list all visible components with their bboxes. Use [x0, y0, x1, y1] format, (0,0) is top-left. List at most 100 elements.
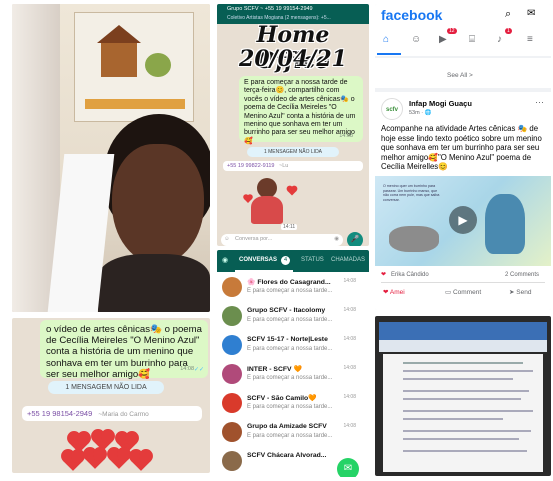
sender-phone: +55 19 98154-2949: [27, 409, 93, 418]
chat-time: 14:08: [343, 394, 356, 400]
chat-preview: E para começar a nossa tarde...: [247, 317, 333, 323]
chat-avatar: [222, 451, 242, 471]
chat-avatar: [222, 393, 242, 413]
message-time: 14:08: [180, 365, 194, 372]
chat-preview: E para começar a nossa tarde...: [247, 433, 333, 439]
comment-button[interactable]: ▭ Comment: [445, 288, 481, 296]
donkey-figure: [389, 226, 439, 252]
chat-list-item[interactable]: Grupo SCFV - Itacolomy E para começar a n…: [217, 303, 362, 329]
tab-badge: 4: [281, 256, 290, 265]
chat-preview: E para começar a nossa tarde...: [247, 375, 333, 381]
message-bubble: o vídeo de artes cênicas🎭 o poema de Cec…: [40, 320, 208, 380]
new-chat-button[interactable]: ✉: [337, 458, 359, 477]
chat-name: Grupo SCFV - Itacolomy: [247, 307, 326, 314]
chat-avatar: [222, 306, 242, 326]
message-bubble: E para começar a nossa tarde de terça-fe…: [239, 76, 363, 145]
word-page: [383, 354, 543, 472]
messenger-icon[interactable]: ✉: [527, 8, 535, 19]
wall-drawing: [74, 12, 194, 122]
chat-time: 14:08: [343, 336, 356, 342]
boy-figure: [485, 194, 525, 254]
video-caption: O menino quer um burrinho para passear. …: [383, 184, 440, 202]
word-ribbon: [379, 322, 547, 340]
love-button[interactable]: ❤ Amei: [383, 288, 405, 296]
chat-list-item[interactable]: Grupo da Amizade SCFV E para começar a no…: [217, 419, 362, 445]
video-thumbnail[interactable]: O menino quer um burrinho para passear. …: [375, 176, 551, 266]
camera-icon[interactable]: ◉: [334, 236, 339, 242]
sender-line: +55 19 98154-2949 ~Maria do Carmo: [22, 406, 202, 421]
chat-avatar: [222, 422, 242, 442]
person-shirt: [98, 254, 210, 312]
message-time: 14:08: [339, 132, 353, 139]
chat-preview: E para começar a nossa tarde...: [247, 346, 333, 352]
sender-name: ~Lu: [279, 163, 289, 169]
marketplace-icon[interactable]: ⌸: [469, 34, 475, 45]
tab-status[interactable]: STATUS: [301, 257, 324, 263]
tabs-bar: ◉ CONVERSAS 4 STATUS CHAMADAS: [217, 250, 369, 272]
page-name[interactable]: Infap Mogi Guaçu: [409, 99, 472, 108]
chat-name: SCFV 15-17 - Norte|Leste: [247, 336, 328, 343]
play-button[interactable]: ▶: [449, 206, 477, 234]
emoji-icon[interactable]: ☺: [224, 236, 230, 242]
chat-time: 14:08: [343, 278, 356, 284]
word-toolbar: [379, 340, 547, 352]
friends-icon[interactable]: ☺: [411, 34, 421, 45]
comments-count[interactable]: 2 Comments: [505, 272, 539, 278]
tab-conversations[interactable]: CONVERSAS: [239, 257, 277, 263]
tab-calls[interactable]: CHAMADAS: [331, 257, 365, 263]
chat-name: SCFV Chácara Alvorad...: [247, 452, 327, 459]
chat-header: Grupo SCFV ~ +55 19 99154-2949 Coletivo …: [217, 4, 369, 24]
post-time: 53m · 🌐: [409, 110, 432, 116]
camera-tab-icon[interactable]: ◉: [222, 256, 228, 264]
chat-time: 14:08: [343, 365, 356, 371]
laptop-document-photo: [375, 316, 551, 476]
double-check-icon: ✓✓: [193, 366, 204, 373]
chat-name: Grupo da Amizade SCFV: [247, 423, 327, 430]
page-logo: scfv: [381, 98, 403, 120]
notifications-icon[interactable]: ♪: [497, 34, 502, 45]
unread-messages-pill: 1 MENSAGEM NÃO LIDA: [247, 147, 339, 157]
send-button[interactable]: ➤ Send: [509, 288, 531, 296]
chat-avatar: [222, 277, 242, 297]
sticker-time: 14:11: [281, 224, 298, 230]
facebook-panel: facebook ⌕ ✉ ⌂ ☺ ▶ ⌸ ♪ ≡ 12 1 See All > …: [375, 4, 551, 310]
more-options-icon[interactable]: ⋯: [535, 97, 544, 108]
sender-phone: +55 19 99822-9119: [227, 163, 275, 169]
chat-list-item[interactable]: SCFV - São Camilo🧡 E para começar a nossa…: [217, 390, 362, 416]
see-all-link[interactable]: See All >: [447, 72, 473, 79]
message-input[interactable]: Conversa por... ☺ ◉: [221, 234, 343, 246]
post-text: Acompanhe na atividade Artes cênicas 🎭 d…: [381, 124, 542, 172]
chat-header-subtitle: Coletivo Artistas Mogiana (2 mensagens):…: [227, 15, 331, 21]
overlay-title-date: 20/04/21: [239, 46, 347, 72]
input-placeholder: Conversa por...: [235, 236, 273, 242]
search-icon[interactable]: ⌕: [505, 8, 511, 21]
chat-avatar: [222, 364, 242, 384]
reactions-name[interactable]: Erika Cândido: [391, 272, 429, 278]
fb-top-bar: facebook ⌕ ✉ ⌂ ☺ ▶ ⌸ ♪ ≡ 12 1: [375, 4, 551, 56]
active-tab-indicator: [235, 270, 293, 272]
chat-list-item[interactable]: INTER - SCFV 🧡 E para começar a nossa tar…: [217, 361, 362, 387]
home-icon[interactable]: ⌂: [383, 34, 389, 45]
chat-time: 14:08: [343, 423, 356, 429]
unread-messages-pill: 1 MENSAGEM NÃO LIDA: [48, 381, 164, 394]
facebook-logo: facebook: [381, 7, 443, 23]
chat-preview: E para começar a nossa tarde...: [247, 404, 333, 410]
whatsapp-message-crop: o vídeo de artes cênicas🎭 o poema de Cec…: [12, 318, 210, 473]
chat-list-item[interactable]: SCFV 15-17 - Norte|Leste E para começar a…: [217, 332, 362, 358]
person-face: [112, 144, 204, 264]
chat-list-item[interactable]: 🌸 Flores do Casagrand... E para começar a…: [217, 274, 362, 300]
chat-preview: E para começar a nossa tarde...: [247, 288, 333, 294]
active-nav-indicator: [377, 53, 401, 55]
whatsapp-chat-panel: Grupo SCFV ~ +55 19 99154-2949 Coletivo …: [217, 4, 369, 246]
sender-name: ~Maria do Carmo: [98, 411, 149, 418]
chat-name: 🌸 Flores do Casagrand...: [247, 279, 331, 286]
hearts-sticker: [58, 428, 158, 473]
woman-hearts-sticker: [237, 174, 299, 226]
watch-icon[interactable]: ▶: [439, 34, 447, 45]
chat-name: SCFV - São Camilo🧡: [247, 395, 317, 402]
menu-icon[interactable]: ≡: [527, 34, 533, 45]
message-text: o vídeo de artes cênicas🎭 o poema de Cec…: [46, 324, 202, 380]
mic-button[interactable]: 🎤: [347, 232, 363, 246]
badge-notifications: 1: [505, 28, 512, 34]
chat-header-title: Grupo SCFV ~ +55 19 99154-2949: [227, 6, 313, 12]
